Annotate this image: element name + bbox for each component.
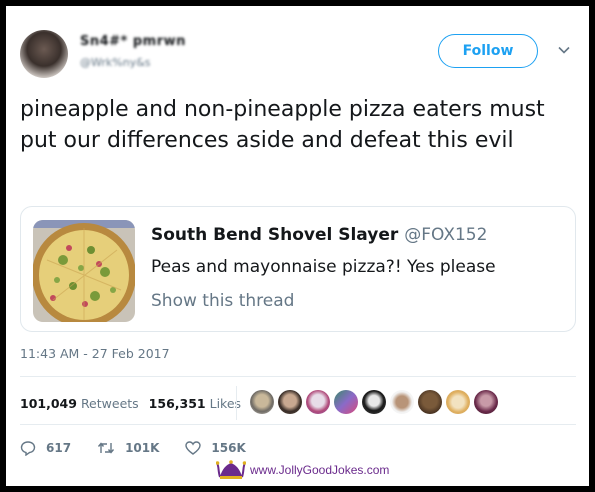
divider xyxy=(20,424,576,425)
stats-divider xyxy=(236,386,237,420)
liker-avatar[interactable] xyxy=(418,390,442,414)
liker-avatar[interactable] xyxy=(250,390,274,414)
quoted-author-name: South Bend Shovel Slayer xyxy=(151,225,399,245)
engagement-stats: 101,049 Retweets 156,351 Likes xyxy=(20,388,251,418)
retweet-button[interactable]: 101K xyxy=(97,440,159,456)
quoted-text: Peas and mayonnaise pizza?! Yes please xyxy=(151,257,496,277)
jester-hat-icon xyxy=(216,460,246,479)
watermark-text: www.JollyGoodJokes.com xyxy=(250,463,390,477)
retweets-count[interactable]: 101,049 xyxy=(20,396,77,411)
reply-count: 617 xyxy=(46,441,72,455)
pizza-photo[interactable] xyxy=(33,220,135,322)
liker-avatar[interactable] xyxy=(278,390,302,414)
quoted-author-handle: @FOX152 xyxy=(404,225,488,245)
reply-button[interactable]: 617 xyxy=(20,440,71,456)
liker-avatar[interactable] xyxy=(446,390,470,414)
tweet-card: Sn4#* pmrwn @Wrk%ny&s Follow pineapple a… xyxy=(6,6,589,486)
author-display-name[interactable]: Sn4#* pmrwn xyxy=(80,34,186,49)
author-handle[interactable]: @Wrk%ny&s xyxy=(80,56,151,69)
liker-avatar[interactable] xyxy=(334,390,358,414)
tweet-timestamp[interactable]: 11:43 AM - 27 Feb 2017 xyxy=(20,346,170,361)
retweet-icon xyxy=(98,442,115,454)
watermark: www.JollyGoodJokes.com xyxy=(216,459,389,481)
tweet-actions: 617 101K 156K xyxy=(20,438,272,458)
chevron-down-icon[interactable] xyxy=(558,44,570,56)
liker-avatar[interactable] xyxy=(306,390,330,414)
retweets-label[interactable]: Retweets xyxy=(81,396,139,411)
reply-icon xyxy=(20,441,36,456)
liker-avatar[interactable] xyxy=(362,390,386,414)
author-avatar[interactable] xyxy=(20,30,68,78)
show-thread-link[interactable]: Show this thread xyxy=(151,291,294,311)
divider xyxy=(20,376,576,377)
like-count: 156K xyxy=(211,441,246,455)
liker-avatar[interactable] xyxy=(390,390,414,414)
follow-button[interactable]: Follow xyxy=(438,34,538,68)
quoted-tweet[interactable]: South Bend Shovel Slayer @FOX152 Peas and… xyxy=(20,206,576,332)
like-button[interactable]: 156K xyxy=(185,440,246,456)
quoted-author: South Bend Shovel Slayer @FOX152 xyxy=(151,225,487,245)
likes-count[interactable]: 156,351 xyxy=(149,396,206,411)
retweet-count: 101K xyxy=(125,441,160,455)
liker-avatars xyxy=(250,390,498,414)
tweet-text: pineapple and non-pineapple pizza eaters… xyxy=(20,97,545,153)
liker-avatar[interactable] xyxy=(474,390,498,414)
heart-icon xyxy=(185,441,202,455)
